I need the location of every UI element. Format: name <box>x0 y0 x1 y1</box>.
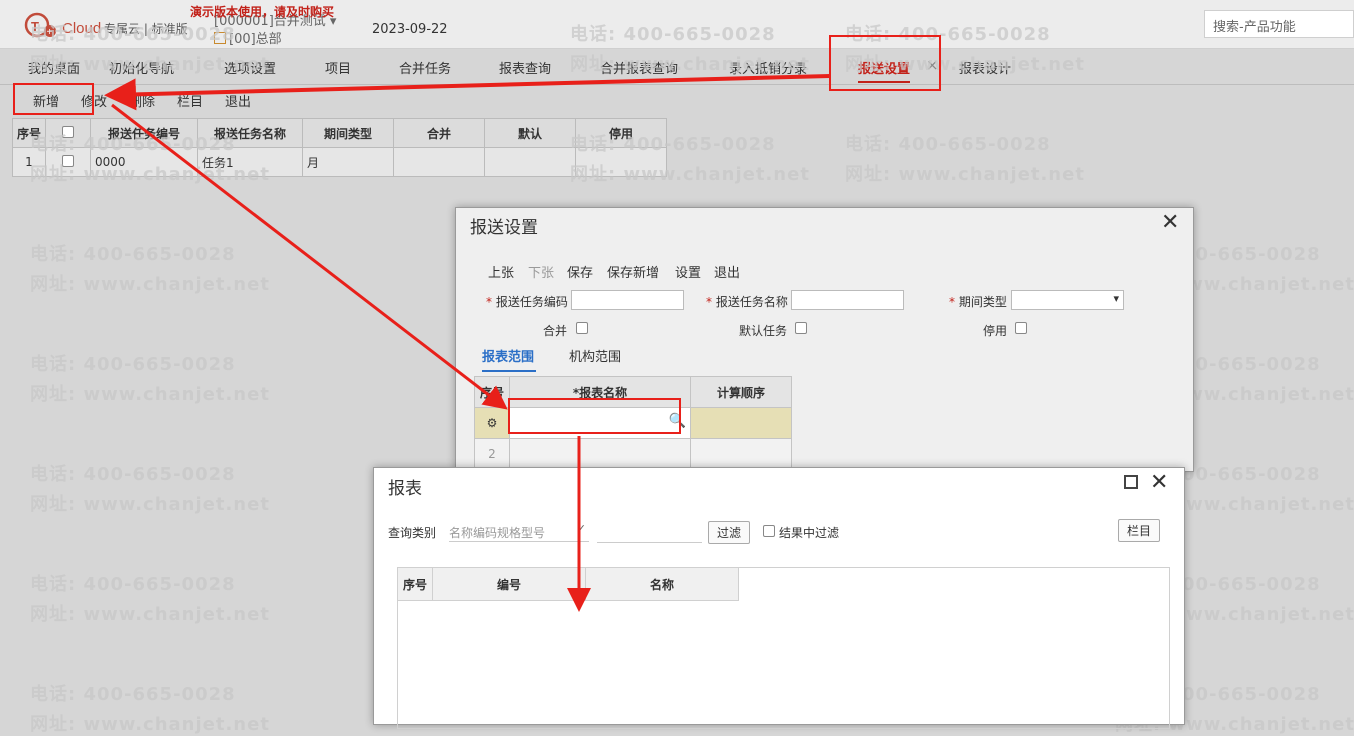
arrow-tab-to-toolbar <box>104 74 831 111</box>
arrow-toolbar-to-grid <box>111 103 508 410</box>
annotation-arrows <box>104 74 831 612</box>
